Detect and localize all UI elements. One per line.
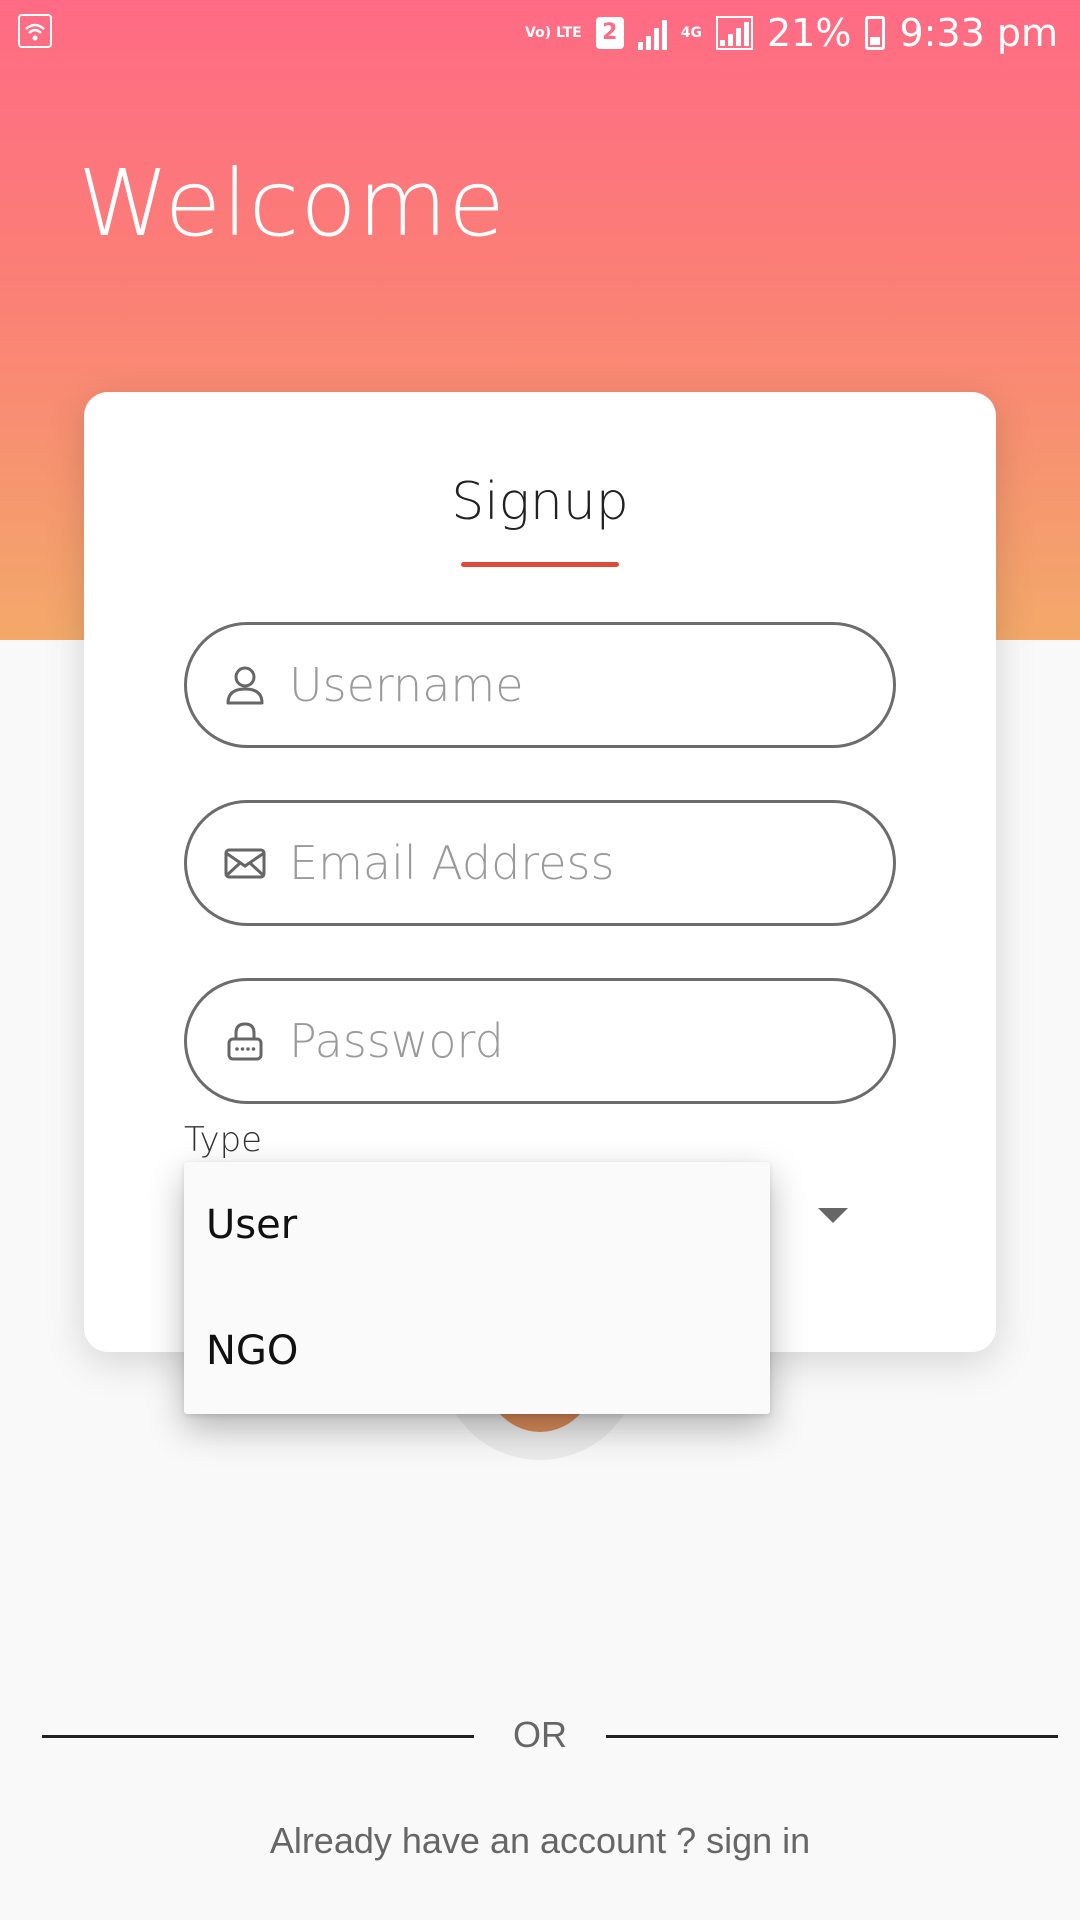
dropdown-option-ngo[interactable]: NGO bbox=[184, 1288, 770, 1414]
email-input[interactable] bbox=[289, 836, 849, 890]
signal-icon-2 bbox=[715, 16, 753, 50]
signup-title: Signup bbox=[451, 472, 629, 532]
battery-percent: 21% bbox=[766, 11, 852, 55]
username-field[interactable] bbox=[184, 622, 896, 748]
signal-icon bbox=[637, 16, 667, 50]
email-field[interactable] bbox=[184, 800, 896, 926]
user-icon bbox=[226, 666, 264, 705]
or-label: OR bbox=[513, 1714, 567, 1755]
wifi-icon bbox=[18, 14, 52, 48]
divider-right bbox=[606, 1735, 1058, 1738]
status-bar: Vo) LTE 2 4G 21% 9:33 pm bbox=[0, 0, 1080, 66]
volte-indicator: Vo) LTE bbox=[525, 24, 582, 41]
sim-badge: 2 bbox=[595, 17, 624, 49]
signin-link[interactable]: Already have an account ? sign in bbox=[0, 1820, 1080, 1862]
title-underline bbox=[461, 562, 619, 567]
clock: 9:33 pm bbox=[899, 11, 1058, 55]
lock-icon bbox=[227, 1022, 263, 1061]
password-field[interactable] bbox=[184, 978, 896, 1104]
chevron-down-icon[interactable] bbox=[818, 1208, 848, 1223]
divider-left bbox=[42, 1735, 474, 1738]
type-label: Type bbox=[184, 1120, 263, 1160]
password-input[interactable] bbox=[289, 1014, 849, 1068]
username-input[interactable] bbox=[289, 658, 849, 712]
battery-icon bbox=[865, 16, 886, 50]
welcome-title: Welcome bbox=[78, 150, 506, 257]
network-type: 4G bbox=[680, 24, 702, 41]
dropdown-option-user[interactable]: User bbox=[184, 1162, 770, 1288]
type-dropdown-menu: User NGO bbox=[184, 1162, 770, 1414]
envelope-icon bbox=[224, 848, 266, 879]
